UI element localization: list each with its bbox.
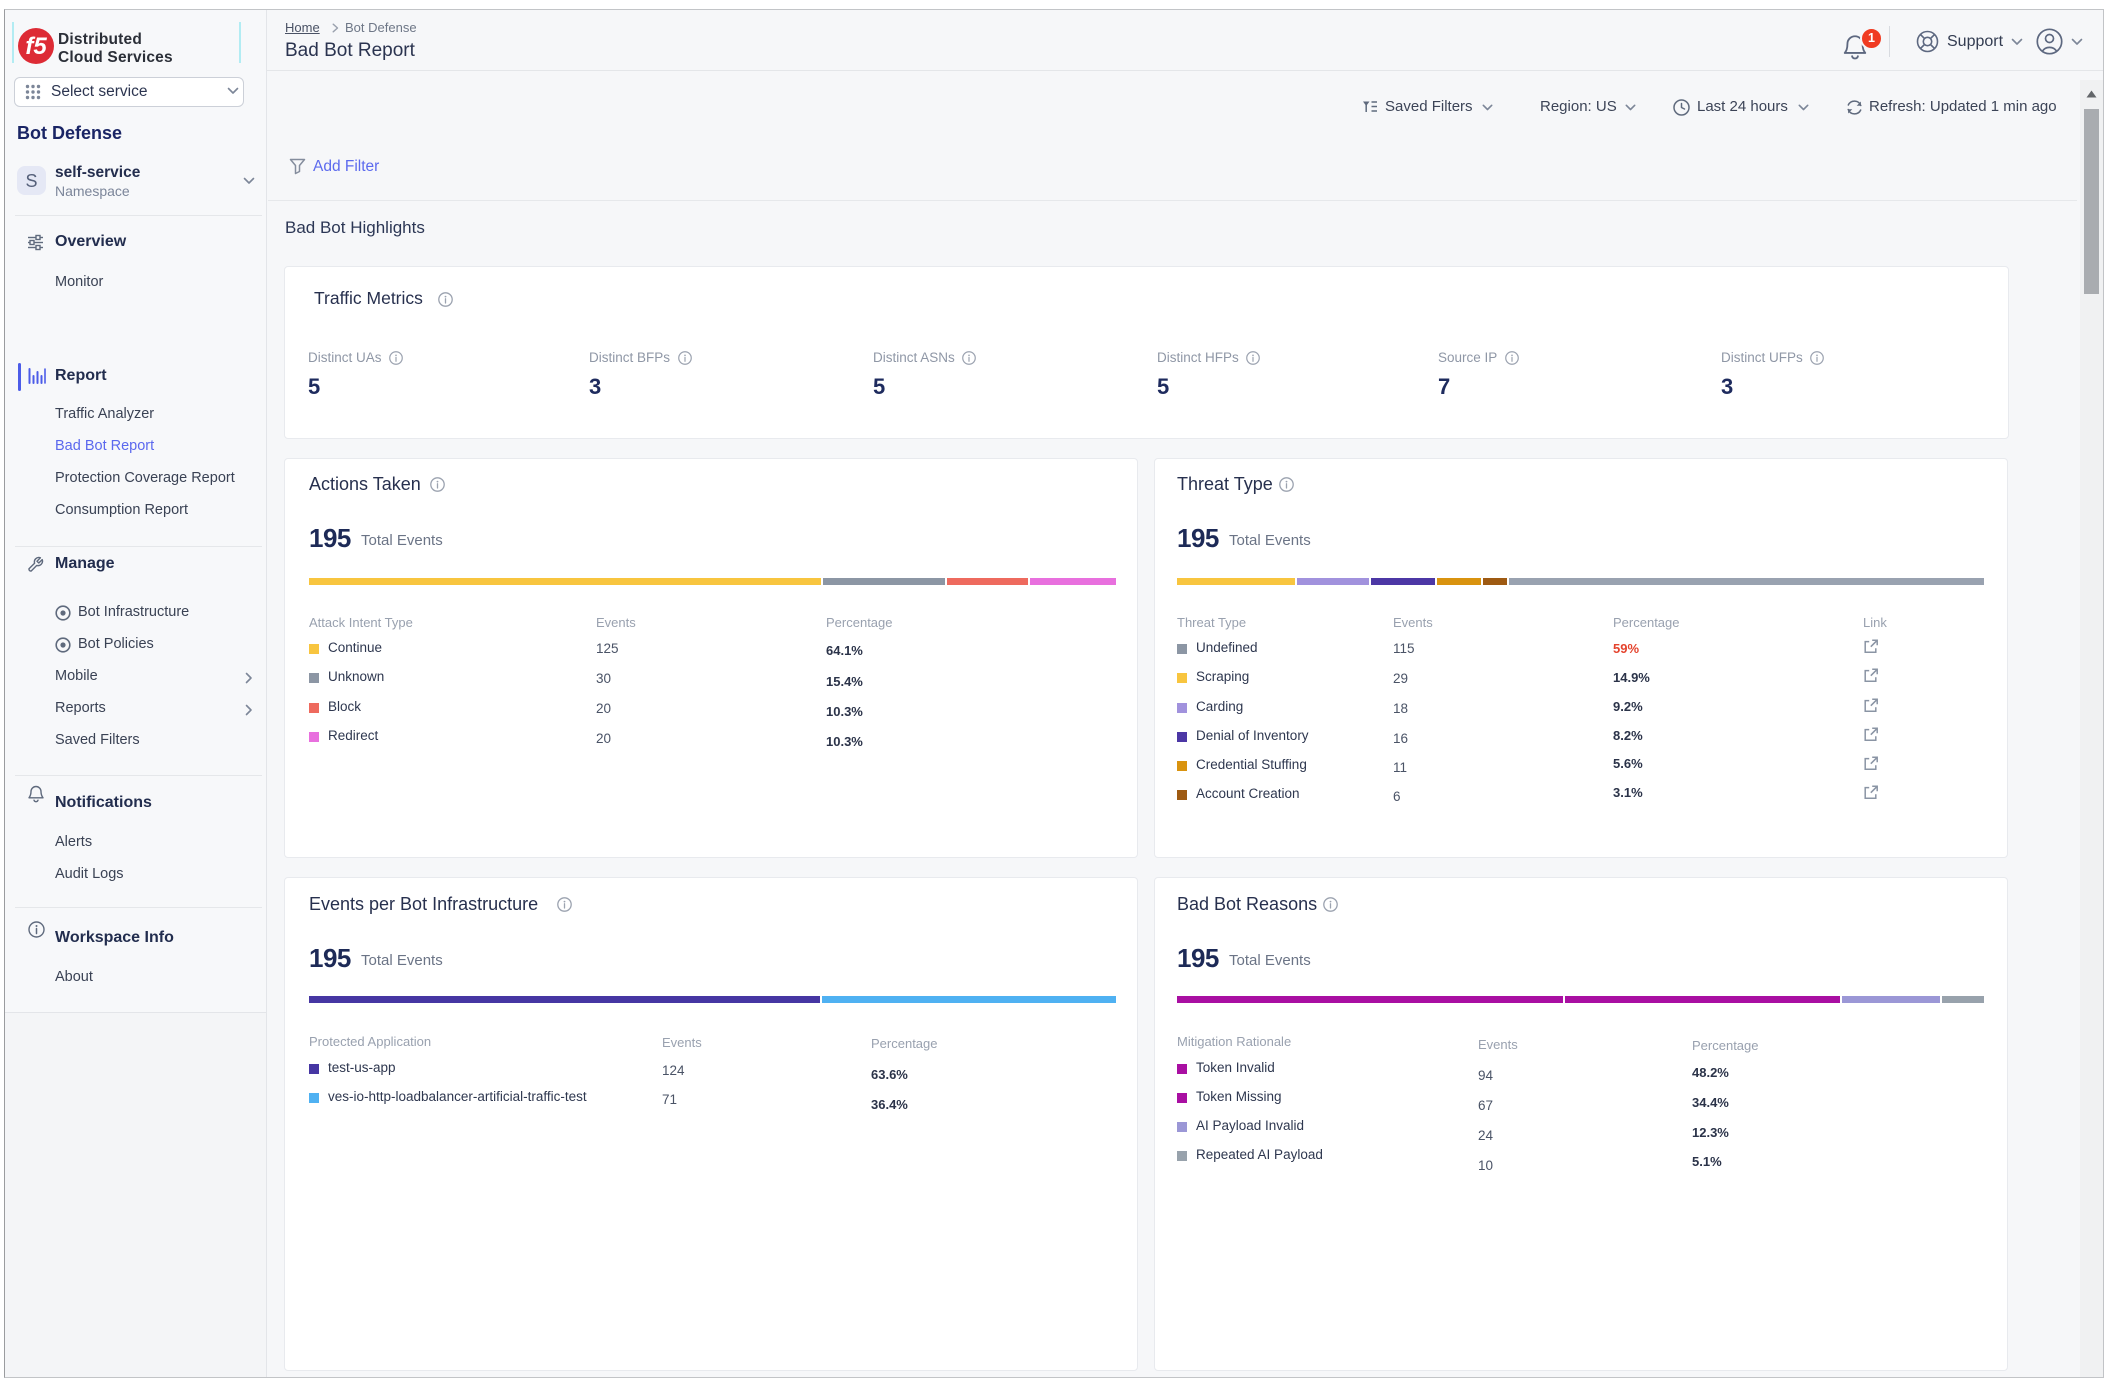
svg-text:f5: f5 [25,33,47,60]
